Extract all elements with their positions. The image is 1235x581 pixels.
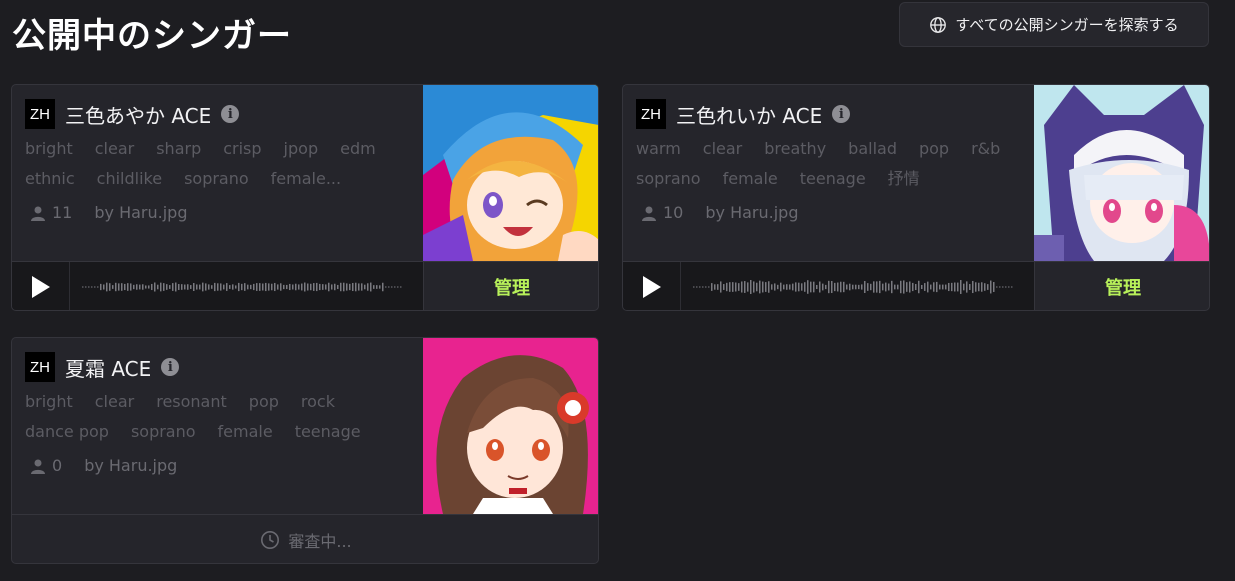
- tag: soprano: [184, 169, 249, 188]
- explore-all-singers-button[interactable]: すべての公開シンガーを探索する: [899, 2, 1209, 47]
- tag: warm: [636, 139, 681, 158]
- user-icon: [31, 459, 45, 474]
- user-icon: [31, 206, 45, 221]
- page-title: 公開中のシンガー: [12, 16, 292, 56]
- tag: r&b: [971, 139, 1001, 158]
- singer-card[interactable]: ZH 三色れいか ACE i warm clear breathy ballad…: [622, 84, 1210, 311]
- audio-player: [12, 262, 423, 310]
- tag: bright: [25, 392, 73, 411]
- user-count: 10: [663, 203, 684, 222]
- tag: soprano: [130, 422, 196, 441]
- tag: clear: [702, 139, 743, 158]
- language-badge: ZH: [25, 99, 55, 129]
- tag: female...: [270, 169, 342, 188]
- tag: clear: [94, 392, 135, 411]
- play-icon: [31, 276, 50, 298]
- author-label: by Haru.jpg: [705, 203, 799, 222]
- info-icon[interactable]: i: [161, 358, 180, 376]
- info-icon[interactable]: i: [832, 105, 851, 123]
- tag: bright: [25, 139, 73, 158]
- tag: female: [722, 169, 778, 188]
- info-icon[interactable]: i: [221, 105, 240, 123]
- tag: childlike: [96, 169, 163, 188]
- tag: 抒情: [887, 169, 920, 188]
- tag: resonant: [156, 392, 227, 411]
- tag: teenage: [294, 422, 361, 441]
- clock-icon: [261, 531, 280, 549]
- tag: female: [217, 422, 273, 441]
- tag: soprano: [636, 169, 701, 188]
- tag: dance pop: [25, 422, 109, 441]
- language-badge: ZH: [25, 352, 55, 382]
- singer-avatar: [1034, 85, 1209, 261]
- play-button[interactable]: [12, 262, 70, 310]
- tag: pop: [248, 392, 279, 411]
- singer-avatar: [423, 85, 598, 261]
- tag: breathy: [764, 139, 827, 158]
- tag-list: bright clear sharp crisp jpop edm ethnic…: [25, 139, 420, 189]
- singer-card[interactable]: ZH 夏霜 ACE i bright clear resonant pop ro…: [11, 337, 599, 564]
- tag: clear: [94, 139, 135, 158]
- tag: pop: [918, 139, 950, 158]
- singer-name: 三色あやか ACE: [65, 103, 212, 128]
- user-count: 11: [52, 203, 73, 222]
- tag: rock: [300, 392, 335, 411]
- explore-button-label: すべての公開シンガーを探索する: [955, 16, 1179, 34]
- tag-list: warm clear breathy ballad pop r&b sopran…: [636, 139, 1031, 189]
- user-count: 0: [52, 456, 63, 475]
- singer-avatar: [423, 338, 598, 514]
- tag: ballad: [848, 139, 897, 158]
- author-label: by Haru.jpg: [84, 456, 178, 475]
- singer-name: 夏霜 ACE: [65, 356, 152, 381]
- waveform[interactable]: [82, 274, 402, 300]
- language-badge: ZH: [636, 99, 666, 129]
- tag: teenage: [799, 169, 866, 188]
- tag: edm: [340, 139, 376, 158]
- tag: ethnic: [25, 169, 75, 188]
- manage-button[interactable]: 管理: [1034, 262, 1209, 310]
- play-icon: [642, 276, 661, 298]
- globe-icon: [930, 16, 947, 33]
- audio-player: [623, 262, 1034, 310]
- tag: crisp: [223, 139, 262, 158]
- tag: jpop: [283, 139, 319, 158]
- play-button[interactable]: [623, 262, 681, 310]
- tag-list: bright clear resonant pop rock dance pop…: [25, 392, 420, 442]
- manage-button[interactable]: 管理: [423, 262, 598, 310]
- author-label: by Haru.jpg: [94, 203, 188, 222]
- review-status: 審査中...: [12, 515, 598, 563]
- user-icon: [642, 206, 656, 221]
- review-status-label: 審査中...: [288, 532, 352, 551]
- singer-name: 三色れいか ACE: [676, 103, 823, 128]
- singer-card[interactable]: ZH 三色あやか ACE i bright clear sharp crisp …: [11, 84, 599, 311]
- tag: sharp: [156, 139, 202, 158]
- waveform[interactable]: [693, 274, 1013, 300]
